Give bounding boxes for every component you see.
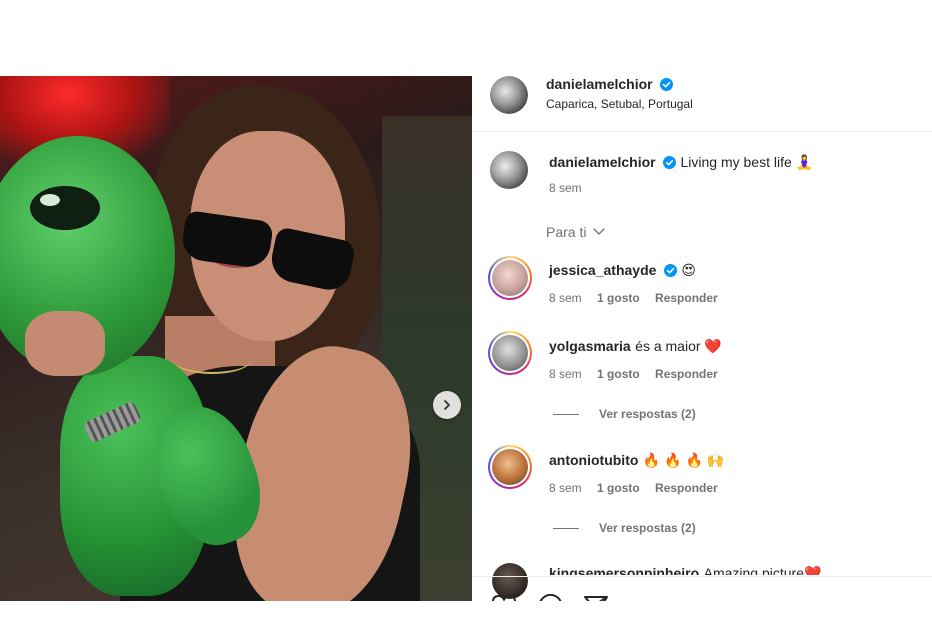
alien-eye-glint bbox=[40, 194, 60, 206]
heart-icon[interactable] bbox=[491, 594, 517, 601]
reply-button[interactable]: Responder bbox=[655, 481, 718, 495]
comment-time: 8 sem bbox=[549, 291, 582, 305]
comment-text: Amazing picture❤️ bbox=[703, 565, 822, 575]
comment-avatar[interactable] bbox=[488, 256, 532, 300]
comment-row: antoniotubito 🔥 🔥 🔥 🙌 bbox=[549, 452, 724, 470]
comment-row: kingsemersonpinheiro Amazing picture❤️ bbox=[549, 565, 821, 575]
comment-text: 😍 bbox=[681, 262, 696, 278]
hand bbox=[25, 311, 105, 376]
comment-likes[interactable]: 1 gosto bbox=[597, 481, 640, 495]
comment-time: 8 sem bbox=[549, 481, 582, 495]
share-icon[interactable] bbox=[583, 594, 609, 601]
replies-divider bbox=[553, 414, 579, 415]
caption-author-username[interactable]: danielamelchior bbox=[549, 154, 656, 170]
caption-author-avatar[interactable] bbox=[488, 149, 530, 191]
caption-text: Living my best life 🧘‍♀️ bbox=[680, 154, 814, 170]
comment-sort-dropdown[interactable]: Para ti bbox=[546, 224, 606, 240]
reply-button[interactable]: Responder bbox=[655, 367, 718, 381]
author-username[interactable]: danielamelchior bbox=[546, 76, 653, 92]
post-location[interactable]: Caparica, Setubal, Portugal bbox=[546, 97, 693, 111]
comment-time: 8 sem bbox=[549, 367, 582, 381]
next-photo-button[interactable] bbox=[433, 391, 461, 419]
comment-row: jessica_athayde 😍 bbox=[549, 262, 696, 280]
comment-row: yolgasmaria és a maior ❤️ bbox=[549, 338, 722, 356]
author-avatar[interactable] bbox=[490, 76, 528, 114]
view-replies-button[interactable]: Ver respostas (2) bbox=[599, 407, 696, 421]
actions-divider bbox=[472, 576, 932, 577]
post-side-panel: danielamelchior Caparica, Setubal, Portu… bbox=[472, 76, 932, 601]
comment-likes[interactable]: 1 gosto bbox=[597, 291, 640, 305]
comment-avatar[interactable] bbox=[488, 331, 532, 375]
comment-meta: 8 sem 1 gosto Responder bbox=[549, 291, 718, 305]
comment-username[interactable]: kingsemersonpinheiro bbox=[549, 565, 699, 575]
action-bar bbox=[472, 585, 932, 601]
caption-row: danielamelchior Living my best life 🧘‍♀️ bbox=[549, 154, 813, 172]
sort-label: Para ti bbox=[546, 224, 587, 240]
comment-meta: 8 sem 1 gosto Responder bbox=[549, 481, 718, 495]
caption-time: 8 sem bbox=[549, 181, 582, 195]
comment-avatar[interactable] bbox=[488, 445, 532, 489]
verified-badge-icon bbox=[663, 264, 677, 277]
chevron-down-icon bbox=[593, 228, 606, 235]
verified-badge-icon bbox=[660, 78, 674, 91]
post-header: danielamelchior Caparica, Setubal, Portu… bbox=[472, 76, 932, 132]
comment-text: és a maior ❤️ bbox=[635, 338, 722, 354]
comment-username[interactable]: antoniotubito bbox=[549, 452, 638, 468]
comment-icon[interactable] bbox=[537, 594, 563, 601]
alien-eye bbox=[30, 186, 100, 230]
post-photo bbox=[0, 76, 472, 601]
reply-button[interactable]: Responder bbox=[655, 291, 718, 305]
comment-text: 🔥 🔥 🔥 🙌 bbox=[642, 452, 725, 468]
replies-divider bbox=[553, 528, 579, 529]
comment-username[interactable]: yolgasmaria bbox=[549, 338, 631, 354]
necklace bbox=[172, 344, 252, 374]
view-replies-button[interactable]: Ver respostas (2) bbox=[599, 521, 696, 535]
comment-username[interactable]: jessica_athayde bbox=[549, 262, 656, 278]
verified-badge-icon bbox=[663, 156, 677, 169]
comment-likes[interactable]: 1 gosto bbox=[597, 367, 640, 381]
chevron-right-icon bbox=[444, 400, 450, 410]
author-username-row[interactable]: danielamelchior bbox=[546, 76, 674, 94]
comment-meta: 8 sem 1 gosto Responder bbox=[549, 367, 718, 381]
